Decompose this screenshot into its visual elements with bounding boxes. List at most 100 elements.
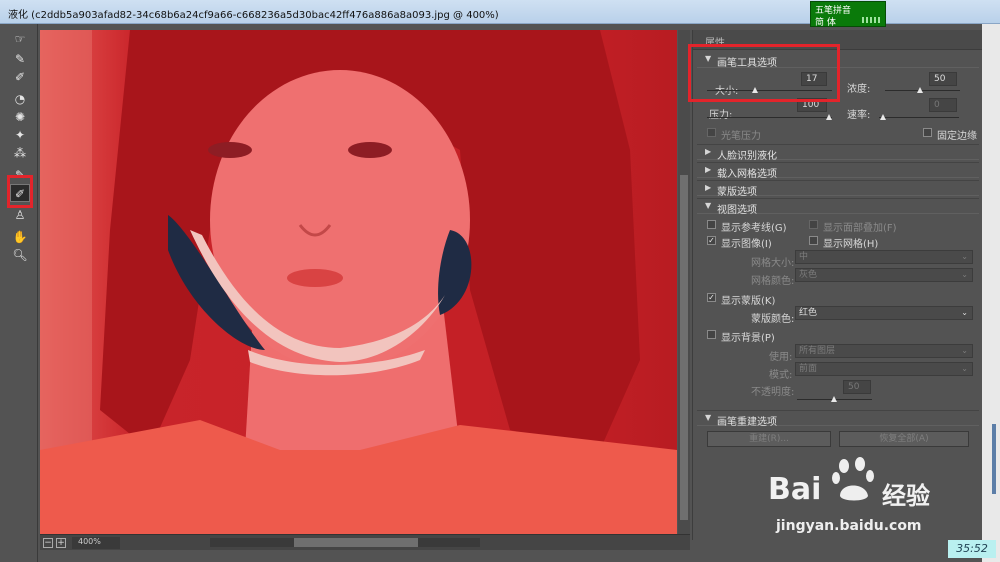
expand-arrow-icon: ▶ — [705, 183, 712, 192]
rate-slider[interactable] — [879, 114, 959, 122]
select-value: 所有图层 — [799, 346, 836, 356]
show-mask-checkbox[interactable]: ✓ — [707, 293, 716, 302]
density-slider[interactable] — [885, 87, 960, 95]
mask-color-select[interactable]: 红色 ⌄ — [795, 306, 973, 320]
stylus-pressure-checkbox[interactable] — [707, 128, 716, 137]
zoom-in-icon[interactable]: + — [56, 538, 66, 548]
ime-charset-label[interactable]: 简 体 — [815, 15, 836, 28]
section-label: 蒙版选项 — [717, 187, 757, 198]
edge-scroll-indicator — [992, 424, 996, 494]
slider-knob[interactable] — [917, 87, 923, 93]
canvas-status-bar: − + 400% — [40, 534, 690, 550]
expand-arrow-icon: ▶ — [705, 165, 712, 174]
stylus-pressure-label: 光笔压力 — [721, 131, 761, 142]
select-value: 红色 — [799, 308, 818, 318]
opacity-label: 不透明度: — [751, 387, 795, 398]
watermark-brand-suffix: 经验 — [882, 482, 930, 510]
baidu-paw-logo-icon — [832, 457, 874, 501]
use-label: 使用: — [769, 352, 793, 363]
select-value: 前面 — [799, 364, 818, 374]
liquify-toolbar: ☞ ✎ ✐ ◔ ✺ ✦ ⁂ ✎ ✐ ♙ ✋ 🔍︎ — [0, 24, 38, 562]
twirl-tool-icon[interactable]: ◔ — [10, 90, 30, 108]
baidu-watermark: Bai 经验 jingyan.baidu.com — [768, 452, 958, 544]
rate-field[interactable]: 0 — [929, 98, 957, 112]
timer-overlay: 35:52 — [948, 540, 996, 558]
section-view-options[interactable]: ▼ 视图选项 — [697, 198, 979, 216]
pin-edges-label: 固定边缘 — [937, 131, 977, 142]
use-select[interactable]: 所有图层 ⌄ — [795, 344, 973, 358]
show-image-checkbox[interactable]: ✓ — [707, 236, 716, 245]
expand-arrow-icon: ▶ — [705, 147, 712, 156]
mesh-color-select[interactable]: 灰色 ⌄ — [795, 268, 973, 282]
zoom-tool-icon[interactable]: 🔍︎ — [10, 246, 30, 264]
pucker-tool-icon[interactable]: ✺ — [10, 108, 30, 126]
density-label: 浓度: — [847, 84, 871, 95]
opacity-slider[interactable] — [797, 396, 872, 404]
preview-canvas[interactable] — [40, 30, 677, 534]
show-face-overlay-label: 显示面部叠加(F) — [823, 223, 897, 234]
reconstruct-button[interactable]: 重建(R)... — [707, 431, 831, 447]
mesh-color-label: 网格颜色: — [751, 276, 795, 287]
section-label: 载入网格选项 — [717, 169, 777, 180]
rate-label: 速率: — [847, 110, 871, 121]
slider-knob[interactable] — [831, 396, 837, 402]
mode-select[interactable]: 前面 ⌄ — [795, 362, 973, 376]
section-brush-reconstruct[interactable]: ▼ 画笔重建选项 — [697, 410, 979, 428]
chevron-down-icon: ⌄ — [961, 364, 968, 373]
smooth-tool-icon[interactable]: ✐ — [10, 68, 30, 86]
show-mask-label: 显示蒙版(K) — [721, 296, 776, 307]
section-mask-options[interactable]: ▶ 蒙版选项 — [697, 180, 979, 198]
section-label: 视图选项 — [717, 205, 757, 216]
show-face-overlay-checkbox[interactable] — [809, 220, 818, 229]
mesh-size-label: 网格大小: — [751, 258, 795, 269]
window-title: 液化 (c2ddb5a903afad82-34c68b6a24cf9a66-c6… — [8, 10, 499, 21]
zoom-level-select[interactable]: 400% — [72, 537, 120, 549]
chevron-down-icon: ⌄ — [961, 252, 968, 261]
canvas-vertical-scrollbar[interactable] — [678, 30, 690, 534]
mask-color-label: 蒙版颜色: — [751, 314, 795, 325]
window-edge — [982, 24, 1000, 562]
show-mesh-label: 显示网格(H) — [823, 239, 879, 250]
show-mesh-checkbox[interactable] — [809, 236, 818, 245]
select-value: 中 — [799, 252, 809, 262]
forward-warp-tool-icon[interactable]: ☞ — [10, 30, 30, 48]
zoom-out-icon[interactable]: − — [43, 538, 53, 548]
select-value: 灰色 — [799, 270, 818, 280]
section-label: 人脸识别液化 — [717, 151, 777, 162]
ime-indicator-icon — [862, 17, 882, 23]
push-left-tool-icon[interactable]: ⁂ — [10, 144, 30, 162]
show-image-label: 显示图像(I) — [721, 239, 772, 250]
mesh-size-select[interactable]: 中 ⌄ — [795, 250, 973, 264]
hand-tool-icon[interactable]: ✋ — [10, 228, 30, 246]
section-face-aware[interactable]: ▶ 人脸识别液化 — [697, 144, 979, 162]
opacity-field[interactable]: 50 — [843, 380, 871, 394]
mode-label: 模式: — [769, 370, 793, 381]
show-guides-label: 显示参考线(G) — [721, 223, 787, 234]
reconstruct-tool-icon[interactable]: ✎ — [10, 50, 30, 68]
face-tool-icon[interactable]: ♙ — [10, 206, 30, 224]
pressure-slider[interactable] — [707, 114, 832, 122]
chevron-down-icon: ⌄ — [961, 346, 968, 355]
show-guides-checkbox[interactable] — [707, 220, 716, 229]
bloat-tool-icon[interactable]: ✦ — [10, 126, 30, 144]
canvas-horizontal-scrollbar[interactable] — [210, 538, 480, 547]
ime-status-bar[interactable]: 五笔拼音 简 体 — [810, 1, 886, 28]
collapse-arrow-icon: ▼ — [705, 413, 712, 422]
slider-knob[interactable] — [826, 114, 832, 120]
pin-edges-checkbox[interactable] — [923, 128, 932, 137]
show-backdrop-checkbox[interactable] — [707, 330, 716, 339]
chevron-down-icon: ⌄ — [961, 308, 968, 317]
density-field[interactable]: 50 — [929, 72, 957, 86]
slider-knob[interactable] — [880, 114, 886, 120]
scroll-thumb[interactable] — [680, 175, 688, 520]
restore-all-button[interactable]: 恢复全部(A) — [839, 431, 969, 447]
chevron-down-icon: ⌄ — [961, 270, 968, 279]
highlight-frame-tool — [7, 175, 33, 208]
masked-portrait-image — [40, 30, 677, 534]
section-load-mesh[interactable]: ▶ 载入网格选项 — [697, 162, 979, 180]
collapse-arrow-icon: ▼ — [705, 201, 712, 210]
scroll-thumb[interactable] — [294, 538, 418, 547]
watermark-url: jingyan.baidu.com — [776, 518, 922, 534]
watermark-brand-text: Bai — [768, 472, 822, 507]
section-label: 画笔重建选项 — [717, 417, 777, 428]
